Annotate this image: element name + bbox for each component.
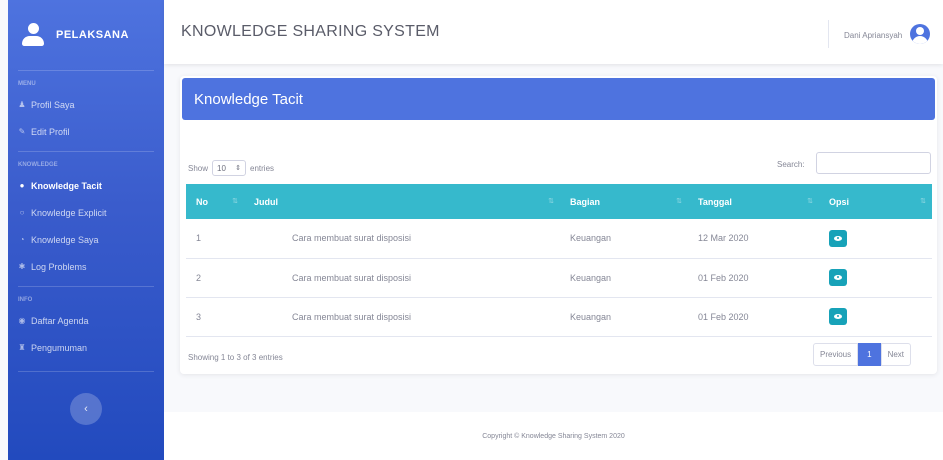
eye-icon [834, 235, 842, 241]
sidebar-item-label: Profil Saya [31, 99, 75, 110]
pagination-previous[interactable]: Previous [813, 343, 859, 366]
cell-judul: Cara membuat surat disposisi [292, 233, 412, 244]
entries-select-value: 10 [217, 163, 226, 173]
cell-no: 3 [196, 311, 202, 322]
sidebar-item-knowledge-saya[interactable]: ◔ Knowledge Saya [8, 226, 164, 253]
sort-icon: ⇅ [920, 198, 926, 205]
sort-icon: ⇅ [232, 198, 238, 205]
user-icon: ♟ [18, 99, 26, 109]
show-label: Show [188, 163, 209, 173]
user-logo-icon [22, 23, 44, 47]
footer-copyright: Copyright © Knowledge Sharing System 202… [482, 433, 625, 440]
sidebar-heading-info: INFO [18, 297, 33, 303]
gear-icon: ✱ [18, 261, 26, 271]
sidebar-item-label: Daftar Agenda [31, 315, 89, 326]
cell-opsi [819, 219, 932, 258]
sidebar-item-label: Log Problems [31, 261, 87, 272]
table-row: 3 Cara membuat surat disposisi Keuangan … [186, 297, 932, 336]
search-label: Search: [777, 160, 805, 169]
sidebar-divider [18, 371, 154, 372]
sidebar-item-label: Knowledge Tacit [31, 180, 102, 191]
cell-bagian: Keuangan [570, 272, 612, 283]
column-header-opsi[interactable]: Opsi ⇅ [819, 184, 932, 219]
view-button[interactable] [829, 308, 847, 325]
megaphone-icon: ♜ [18, 342, 26, 352]
sort-icon: ⇅ [676, 198, 682, 205]
sort-icon: ⇅ [548, 198, 554, 205]
lightbulb-icon: ● [19, 180, 25, 190]
eye-icon [834, 314, 842, 319]
user-name[interactable]: Dani Apriansyah [844, 31, 902, 40]
view-button[interactable] [829, 229, 847, 247]
topbar-divider [828, 20, 829, 48]
sidebar-item-knowledge-explicit[interactable]: ○ Knowledge Explicit [8, 199, 164, 226]
column-header-judul[interactable]: Judul ⇅ [244, 184, 560, 219]
sidebar-item-label: Edit Profil [31, 126, 70, 137]
user-circle-icon[interactable] [910, 24, 930, 44]
cell-no: 1 [196, 233, 202, 244]
circle-arrow-icon: ◔ [19, 234, 25, 244]
sidebar-item-label: Pengumuman [31, 342, 88, 353]
knowledge-card: Knowledge Tacit Show 10 ⇕ entries Search… [180, 76, 937, 374]
chevron-left-icon: ‹ [84, 403, 88, 415]
sidebar-item-edit-profil[interactable]: ✎ Edit Profil [8, 118, 164, 145]
sidebar-heading-menu: MENU [18, 81, 36, 87]
sidebar-item-profil-saya[interactable]: ♟ Profil Saya [8, 91, 164, 118]
sidebar-item-pengumuman[interactable]: ♜ Pengumuman [8, 334, 164, 361]
sidebar: PELAKSANA MENU ♟ Profil Saya ✎ Edit Prof… [8, 0, 164, 460]
cell-judul: Cara membuat surat disposisi [292, 272, 412, 283]
knowledge-table: No ⇅ Judul ⇅ Bagian ⇅ Tanggal ⇅ Opsi ⇅ 1 Cara… [186, 184, 932, 337]
column-header-no[interactable]: No ⇅ [186, 184, 244, 219]
cell-tanggal: 01 Feb 2020 [698, 272, 749, 283]
sort-icon: ⇅ [807, 198, 813, 205]
eye-icon [834, 275, 842, 280]
entries-length-control: Show 10 ⇕ entries [188, 160, 274, 176]
brand-text: PELAKSANA [56, 29, 129, 41]
lightbulb-outline-icon: ○ [19, 207, 25, 217]
calendar-icon: ◉ [18, 315, 26, 325]
cell-opsi [819, 297, 932, 336]
entries-label: entries [250, 163, 275, 173]
table-row: 1 Cara membuat surat disposisi Keuangan … [186, 219, 932, 258]
cell-opsi [819, 258, 932, 297]
view-button[interactable] [829, 269, 847, 286]
table-info: Showing 1 to 3 of 3 entries [188, 353, 283, 362]
select-arrows-icon: ⇕ [235, 165, 242, 172]
topbar: KNOWLEDGE SHARING SYSTEM Dani Apriansyah [164, 0, 943, 64]
sidebar-item-daftar-agenda[interactable]: ◉ Daftar Agenda [8, 307, 164, 334]
table-row: 2 Cara membuat surat disposisi Keuangan … [186, 258, 932, 297]
cell-no: 2 [196, 272, 202, 283]
sidebar-heading-knowledge: KNOWLEDGE [18, 162, 58, 168]
sidebar-item-log-problems[interactable]: ✱ Log Problems [8, 253, 164, 280]
table-header-row: No ⇅ Judul ⇅ Bagian ⇅ Tanggal ⇅ Opsi ⇅ [186, 184, 932, 219]
sidebar-item-label: Knowledge Saya [31, 234, 99, 245]
column-header-bagian[interactable]: Bagian ⇅ [560, 184, 688, 219]
card-header: Knowledge Tacit [182, 78, 935, 120]
cell-bagian: Keuangan [570, 233, 612, 244]
entries-select[interactable]: 10 ⇕ [212, 160, 247, 176]
cell-bagian: Keuangan [570, 311, 612, 322]
page-title: KNOWLEDGE SHARING SYSTEM [181, 23, 440, 40]
sidebar-brand[interactable]: PELAKSANA [8, 0, 164, 70]
column-header-tanggal[interactable]: Tanggal ⇅ [688, 184, 819, 219]
pagination-page-1[interactable]: 1 [858, 343, 881, 366]
user-edit-icon: ✎ [18, 126, 26, 136]
cell-tanggal: 01 Feb 2020 [698, 311, 749, 322]
cell-tanggal: 12 Mar 2020 [698, 233, 749, 244]
pagination-next[interactable]: Next [880, 343, 912, 366]
sidebar-item-knowledge-tacit[interactable]: ● Knowledge Tacit [8, 172, 164, 199]
search-input[interactable] [816, 152, 931, 174]
sidebar-toggle-button[interactable]: ‹ [70, 393, 102, 425]
pagination: Previous 1 Next [813, 343, 912, 366]
footer: Copyright © Knowledge Sharing System 202… [164, 412, 943, 460]
cell-judul: Cara membuat surat disposisi [292, 311, 412, 322]
sidebar-item-label: Knowledge Explicit [31, 207, 107, 218]
